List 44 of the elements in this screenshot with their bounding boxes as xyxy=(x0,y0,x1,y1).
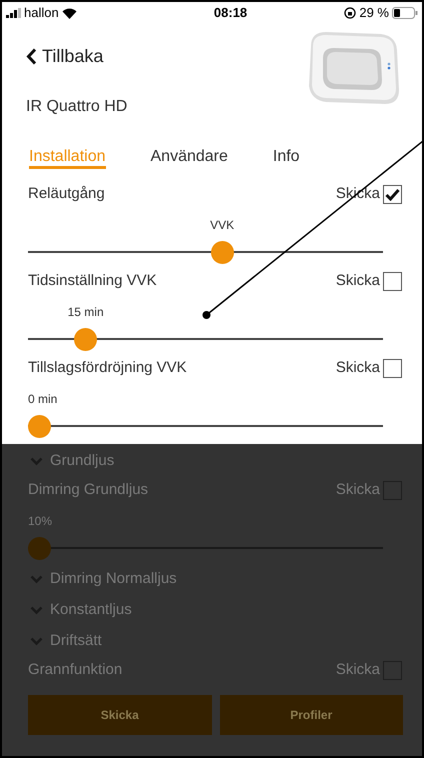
rotation-lock-icon xyxy=(344,7,356,19)
battery-percent: 29 % xyxy=(359,4,389,22)
setting-label: Tillslagsfördröjning VVK xyxy=(28,358,187,378)
chevron-icon xyxy=(30,575,43,584)
carrier-name: hallon xyxy=(24,4,59,22)
signal-icon xyxy=(6,8,21,18)
action-button[interactable]: Skicka xyxy=(28,695,212,735)
slider-value: 10% xyxy=(28,513,52,530)
send-checkbox[interactable] xyxy=(383,184,402,204)
send-label: Skicka xyxy=(336,480,380,500)
group-header[interactable]: Dimring Normalljus xyxy=(28,564,402,595)
group-header[interactable]: Driftsätt xyxy=(28,626,402,657)
chevron-icon xyxy=(30,637,43,646)
slider-thumb[interactable] xyxy=(28,536,51,560)
send-checkbox[interactable] xyxy=(383,358,402,378)
setting-label: Grannfunktion xyxy=(28,660,122,680)
check-icon xyxy=(385,188,400,200)
tab[interactable]: Användare xyxy=(150,145,228,169)
chevron-left-icon xyxy=(26,48,37,64)
back-button[interactable]: Tillbaka xyxy=(26,41,128,71)
slider-thumb[interactable] xyxy=(210,240,234,264)
setting-label: Tidsinställning VVK xyxy=(28,270,157,291)
chevron-icon xyxy=(30,457,43,466)
chevron-icon xyxy=(30,606,43,615)
slider-value: 0 min xyxy=(28,391,58,408)
device-name: IR Quattro HD xyxy=(26,97,128,117)
slider-thumb[interactable] xyxy=(28,414,51,438)
slider-value: 15 min xyxy=(68,304,104,321)
action-button[interactable]: Profiler xyxy=(220,695,403,735)
group-header[interactable]: Grundljus xyxy=(28,446,402,477)
status-time: 08:18 xyxy=(214,4,248,22)
slider-thumb[interactable] xyxy=(74,328,98,350)
send-label: Skicka xyxy=(336,660,380,680)
group-header[interactable]: Konstantljus xyxy=(28,595,402,626)
battery-icon xyxy=(392,7,418,19)
setting-label: Reläutgång xyxy=(28,184,105,204)
setting-label: Dimring Grundljus xyxy=(28,480,148,500)
tab[interactable]: Info xyxy=(272,145,300,169)
send-checkbox[interactable] xyxy=(383,272,402,290)
send-label: Skicka xyxy=(336,270,380,291)
send-label: Skicka xyxy=(336,358,380,378)
slider-value: VVK xyxy=(210,217,234,234)
wifi-icon xyxy=(62,8,77,18)
tab[interactable]: Installation xyxy=(29,145,106,169)
